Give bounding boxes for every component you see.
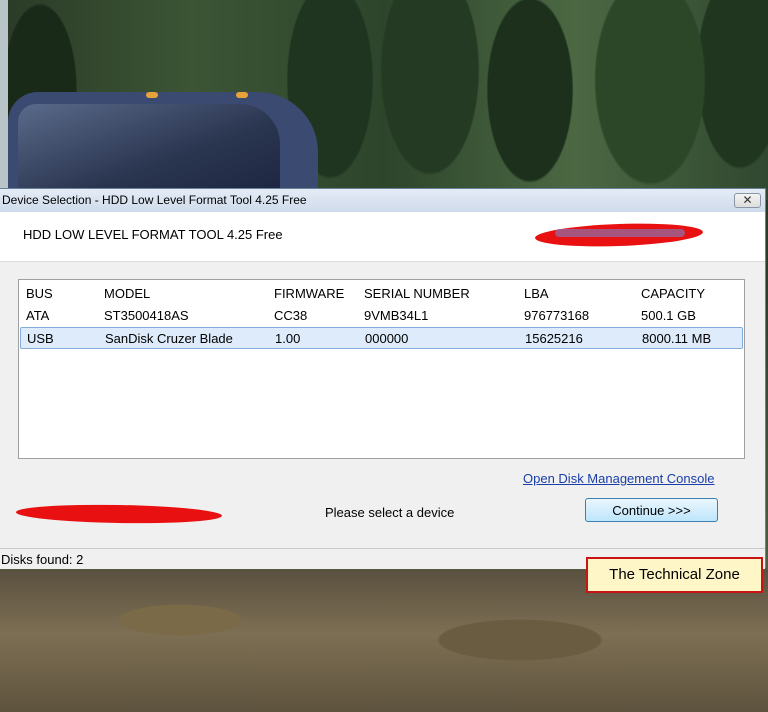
cell-serial-number: 000000 — [365, 331, 409, 346]
column-header-lba[interactable]: LBA — [524, 286, 549, 301]
cell-bus: USB — [27, 331, 54, 346]
column-header-serial-number[interactable]: SERIAL NUMBER — [364, 286, 470, 301]
column-header-model[interactable]: MODEL — [104, 286, 150, 301]
device-row-ata[interactable]: ATA ST3500418AS CC38 9VMB34L1 976773168 … — [19, 305, 744, 325]
redaction-mark — [15, 503, 223, 525]
cell-lba: 976773168 — [524, 308, 590, 323]
device-list[interactable]: BUS MODEL FIRMWARE SERIAL NUMBER LBA CAP… — [18, 279, 745, 459]
open-disk-management-link[interactable]: Open Disk Management Console — [523, 471, 715, 486]
redaction-mark — [555, 229, 685, 237]
column-header-firmware[interactable]: FIRMWARE — [274, 286, 344, 301]
watermark-label: The Technical Zone — [586, 557, 763, 593]
column-header-capacity[interactable]: CAPACITY — [641, 286, 705, 301]
app-heading: HDD LOW LEVEL FORMAT TOOL 4.25 Free — [23, 227, 283, 242]
cell-firmware: CC38 — [274, 308, 308, 323]
cell-firmware: 1.00 — [275, 331, 301, 346]
cell-capacity: 500.1 GB — [641, 308, 696, 323]
status-message: Please select a device — [325, 505, 455, 520]
cell-lba: 15625216 — [525, 331, 583, 346]
wallpaper-sky — [0, 0, 8, 190]
wallpaper-truck-windshield — [18, 104, 280, 194]
window-titlebar[interactable]: Device Selection - HDD Low Level Format … — [0, 189, 765, 212]
window-title: Device Selection - HDD Low Level Format … — [2, 193, 307, 207]
column-header-bus[interactable]: BUS — [26, 286, 53, 301]
cell-model: SanDisk Cruzer Blade — [105, 331, 233, 346]
cell-serial-number: 9VMB34L1 — [364, 308, 429, 323]
close-button[interactable]: ✕ — [734, 193, 761, 208]
cell-capacity: 8000.11 MB — [642, 331, 712, 346]
cell-model: ST3500418AS — [104, 308, 189, 323]
wallpaper-truck-light — [146, 92, 158, 98]
device-row-usb[interactable]: USB SanDisk Cruzer Blade 1.00 000000 156… — [20, 327, 743, 349]
device-list-header: BUS MODEL FIRMWARE SERIAL NUMBER LBA CAP… — [19, 283, 744, 303]
wallpaper-truck-light — [236, 92, 248, 98]
device-selection-window: Device Selection - HDD Low Level Format … — [0, 188, 766, 569]
disks-found-text: Disks found: 2 — [1, 552, 84, 567]
cell-bus: ATA — [26, 308, 50, 323]
continue-button[interactable]: Continue >>> — [585, 498, 718, 522]
header-area: HDD LOW LEVEL FORMAT TOOL 4.25 Free — [0, 212, 765, 262]
close-icon: ✕ — [742, 193, 753, 207]
